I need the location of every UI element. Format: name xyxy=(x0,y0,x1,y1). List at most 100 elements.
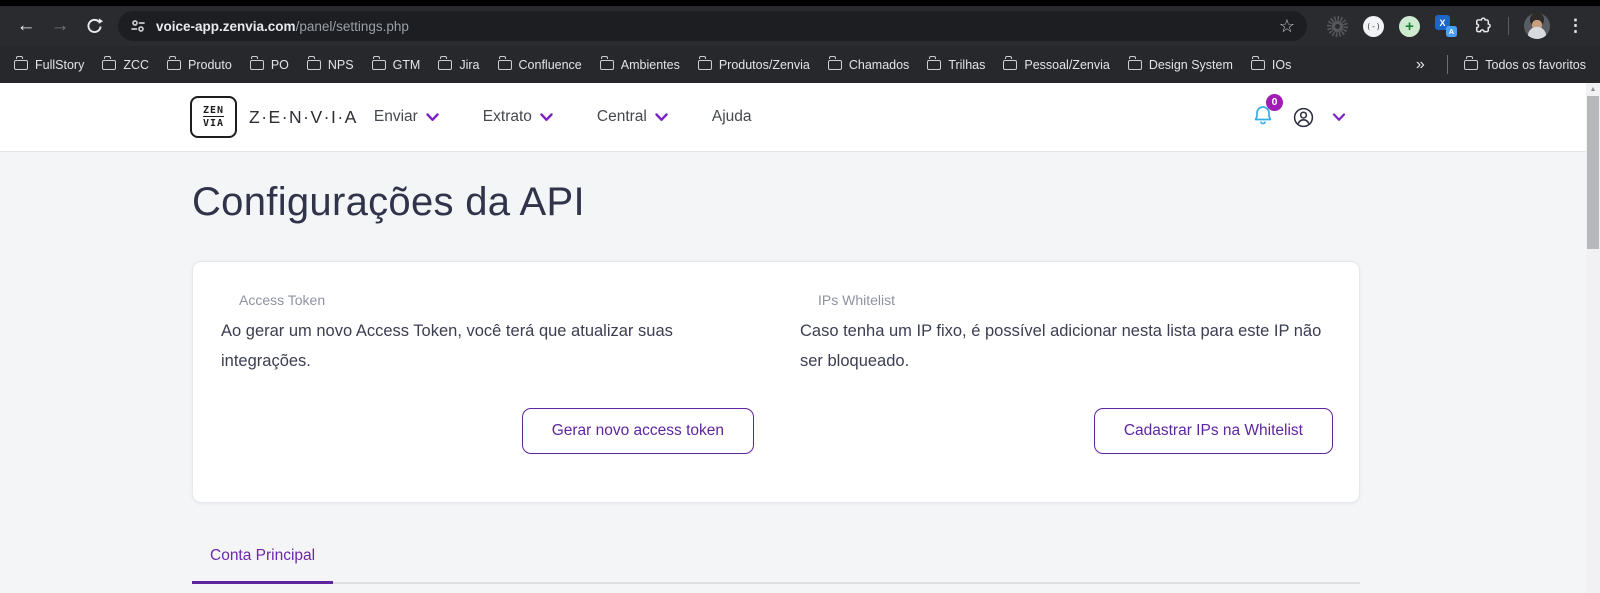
bookmark-folder-ios[interactable]: IOs xyxy=(1250,56,1292,72)
bookmark-folder-ambientes[interactable]: Ambientes xyxy=(599,56,680,72)
user-circle-icon xyxy=(1293,107,1314,127)
nav-label: Extrato xyxy=(482,108,532,125)
bookmark-folder-design-system[interactable]: Design System xyxy=(1127,56,1233,72)
bookmark-folder-produtos-zenvia[interactable]: Produtos/Zenvia xyxy=(697,56,810,72)
folder-icon xyxy=(1003,56,1018,70)
bookmark-label: Trilhas xyxy=(948,57,986,72)
folder-icon xyxy=(497,56,512,70)
folder-icon xyxy=(1250,56,1265,70)
page-scrollbar[interactable]: ▲ xyxy=(1586,83,1600,593)
chevron-down-icon xyxy=(540,112,553,121)
bookmark-label: Ambientes xyxy=(620,57,680,72)
folder-icon xyxy=(438,56,453,70)
section-label: IPs Whitelist xyxy=(818,292,896,308)
bookmark-folder-zcc[interactable]: ZCC xyxy=(102,56,150,72)
bookmarks-right-group: » Todos os favoritos xyxy=(1410,55,1586,74)
bookmark-label: Chamados xyxy=(848,57,910,72)
bookmark-folder-gtm[interactable]: GTM xyxy=(371,56,421,72)
folder-icon xyxy=(927,56,942,70)
bookmark-folder-nps[interactable]: NPS xyxy=(306,56,354,72)
chevron-down-icon xyxy=(1332,112,1346,121)
bookmarks-bar: FullStory ZCC Produto PO NPS GTM Jira Co… xyxy=(0,46,1600,83)
all-bookmarks-button[interactable]: Todos os favoritos xyxy=(1464,56,1586,72)
forward-icon: → xyxy=(50,15,70,36)
url-text: voice-app.zenvia.com/panel/settings.php xyxy=(156,19,409,34)
notifications-button[interactable]: 0 xyxy=(1251,93,1283,132)
bookmark-folder-produto[interactable]: Produto xyxy=(167,56,232,72)
logo-top-text: ZEN xyxy=(202,104,225,116)
section-label: Access Token xyxy=(239,292,326,308)
bookmark-star-icon[interactable]: ☆ xyxy=(1279,16,1295,37)
zenvia-wordmark: Z·E·N·V·I·A xyxy=(249,106,358,127)
site-settings-icon[interactable] xyxy=(130,19,146,33)
toolbar-extensions: (-) + X A ⋮ xyxy=(1319,13,1590,39)
section-description: Ao gerar um novo Access Token, você terá… xyxy=(221,322,673,370)
bookmark-label: Confluence xyxy=(518,57,582,72)
nav-label: Central xyxy=(596,108,647,125)
circle-extension-icon[interactable]: (-) xyxy=(1363,15,1384,37)
bookmark-label: ZCC xyxy=(123,57,150,72)
bookmark-label: Design System xyxy=(1148,57,1233,72)
profile-avatar[interactable] xyxy=(1524,13,1550,39)
extensions-puzzle-icon[interactable] xyxy=(1472,16,1493,37)
account-button[interactable] xyxy=(1292,106,1315,129)
header-right-group: 0 xyxy=(1251,93,1346,132)
bookmark-label: Pessoal/Zenvia xyxy=(1024,57,1110,72)
logo-bottom-text: VIA xyxy=(202,116,225,129)
folder-icon xyxy=(306,56,321,70)
folder-icon xyxy=(371,56,386,70)
bookmark-folder-jira[interactable]: Jira xyxy=(438,56,480,72)
bookmark-folder-po[interactable]: PO xyxy=(249,56,289,72)
bookmark-label: Jira xyxy=(459,57,480,72)
all-bookmarks-label: Todos os favoritos xyxy=(1485,57,1586,72)
folder-icon xyxy=(102,56,117,70)
bookmark-folder-chamados[interactable]: Chamados xyxy=(827,56,910,72)
url-domain: voice-app.zenvia.com xyxy=(156,18,296,34)
nav-label: Enviar xyxy=(373,108,418,125)
chevron-down-icon xyxy=(655,112,668,121)
bookmark-folder-trilhas[interactable]: Trilhas xyxy=(927,56,986,72)
main-navigation: Enviar Extrato Central Ajuda xyxy=(374,108,752,126)
ips-whitelist-section: IPs Whitelist Caso tenha um IP fixo, é p… xyxy=(800,292,1333,468)
toolbar-separator xyxy=(1508,17,1509,35)
url-bar[interactable]: voice-app.zenvia.com/panel/settings.php … xyxy=(118,11,1307,41)
bookmark-label: NPS xyxy=(327,57,354,72)
browser-menu-icon[interactable]: ⋮ xyxy=(1565,16,1586,36)
generate-access-token-button[interactable]: Gerar novo access token xyxy=(521,408,754,455)
bookmark-folder-pessoal-zenvia[interactable]: Pessoal/Zenvia xyxy=(1003,56,1110,72)
folder-icon xyxy=(1464,56,1479,70)
folder-icon xyxy=(1127,56,1142,70)
bookmark-folder-confluence[interactable]: Confluence xyxy=(497,56,582,72)
folder-icon xyxy=(697,56,712,70)
scrollbar-up-arrow[interactable]: ▲ xyxy=(1586,83,1600,93)
nav-item-enviar[interactable]: Enviar xyxy=(374,108,439,126)
nav-item-central[interactable]: Central xyxy=(597,108,668,126)
zenvia-logo[interactable]: ZEN VIA xyxy=(190,96,237,138)
bookmark-folder-fullstory[interactable]: FullStory xyxy=(14,56,85,72)
translate-icon[interactable]: X A xyxy=(1435,15,1457,37)
nav-item-extrato[interactable]: Extrato xyxy=(483,108,553,126)
access-token-section: Access Token Ao gerar um novo Access Tok… xyxy=(221,292,754,468)
section-description: Caso tenha um IP fixo, é possível adicio… xyxy=(800,322,1322,370)
plus-extension-icon[interactable]: + xyxy=(1399,15,1420,37)
bookmarks-separator xyxy=(1446,55,1449,74)
back-icon[interactable]: ← xyxy=(10,10,42,42)
account-menu-chevron[interactable] xyxy=(1332,112,1346,122)
reload-icon[interactable] xyxy=(78,10,110,42)
url-path: /panel/settings.php xyxy=(295,18,409,34)
bookmark-label: IOs xyxy=(1271,57,1292,72)
tab-conta-principal[interactable]: Conta Principal xyxy=(192,537,334,584)
translate-sub-glyph: A xyxy=(1446,26,1457,37)
bookmarks-overflow-icon[interactable]: » xyxy=(1410,56,1431,74)
register-ips-whitelist-button[interactable]: Cadastrar IPs na Whitelist xyxy=(1093,408,1333,455)
chevron-down-icon xyxy=(426,112,439,121)
folder-icon xyxy=(167,56,182,70)
sunburst-extension-icon[interactable] xyxy=(1327,15,1348,37)
bookmark-label: PO xyxy=(270,57,289,72)
bookmark-label: GTM xyxy=(392,57,421,72)
bookmark-label: FullStory xyxy=(35,57,85,72)
scrollbar-thumb[interactable] xyxy=(1587,96,1599,249)
nav-item-ajuda[interactable]: Ajuda xyxy=(712,108,752,126)
folder-icon xyxy=(249,56,264,70)
page-content: Configurações da API Access Token Ao ger… xyxy=(0,152,1600,584)
